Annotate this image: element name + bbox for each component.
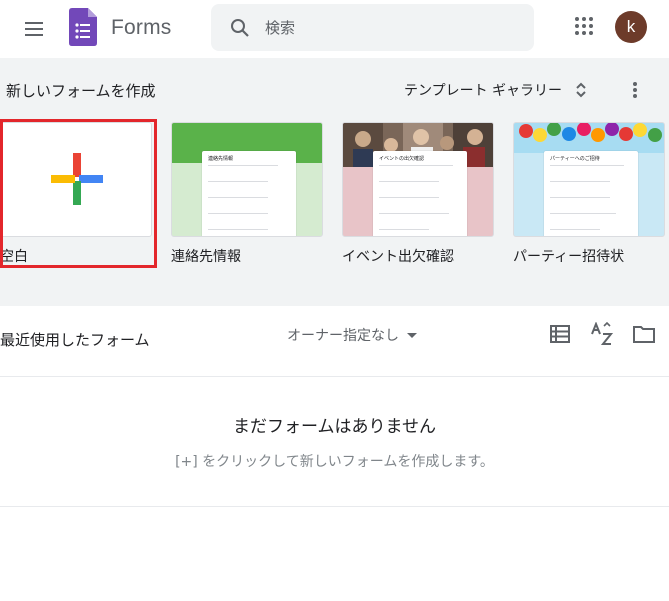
recent-forms-header: 最近使用したフォーム オーナー指定なし bbox=[0, 306, 669, 376]
top-app-bar: Forms k bbox=[0, 0, 669, 58]
account-avatar[interactable]: k bbox=[615, 11, 647, 43]
divider bbox=[0, 506, 669, 507]
dropdown-arrow-icon bbox=[407, 332, 417, 338]
menu-icon-bar bbox=[25, 34, 43, 36]
more-vert-icon bbox=[633, 82, 637, 86]
preview-line bbox=[550, 213, 616, 214]
preview-title: パーティーへのご招待 bbox=[550, 156, 600, 162]
preview-line bbox=[208, 197, 268, 198]
owner-filter-label: オーナー指定なし bbox=[287, 328, 399, 344]
google-apps-icon[interactable] bbox=[572, 14, 596, 38]
template-contact-info[interactable]: 連絡先情報 連絡先情報 bbox=[171, 122, 323, 266]
menu-icon-bar bbox=[25, 22, 43, 24]
template-thumbnail[interactable]: イベントの出欠確認 bbox=[342, 122, 494, 237]
preview-line bbox=[379, 213, 449, 214]
more-vert-icon bbox=[633, 88, 637, 92]
preview-title: イベントの出欠確認 bbox=[379, 156, 425, 162]
search-input[interactable] bbox=[265, 4, 525, 51]
preview-line bbox=[379, 229, 429, 230]
form-preview: 連絡先情報 bbox=[202, 151, 296, 236]
empty-state-title: まだフォームはありません bbox=[233, 417, 436, 437]
list-view-icon[interactable] bbox=[550, 324, 570, 344]
preview-line bbox=[550, 165, 624, 166]
preview-line bbox=[550, 181, 610, 182]
preview-line bbox=[379, 181, 439, 182]
sort-az-icon[interactable] bbox=[590, 322, 614, 346]
main-menu-button[interactable] bbox=[20, 14, 50, 44]
template-label: 連絡先情報 bbox=[171, 249, 241, 265]
owner-filter-dropdown[interactable]: オーナー指定なし bbox=[287, 325, 417, 345]
form-preview: イベントの出欠確認 bbox=[373, 151, 467, 236]
more-options-button[interactable] bbox=[624, 76, 644, 104]
forms-logo-icon[interactable] bbox=[69, 8, 97, 46]
preview-line bbox=[208, 181, 268, 182]
menu-icon-bar bbox=[25, 28, 43, 30]
template-gallery-label: テンプレート ギャラリー bbox=[404, 83, 563, 99]
preview-title: 連絡先情報 bbox=[208, 156, 234, 162]
template-thumbnail[interactable]: 連絡先情報 bbox=[171, 122, 323, 237]
more-vert-icon bbox=[633, 94, 637, 98]
template-party-invite[interactable]: パーティーへのご招待 パーティー招待状 bbox=[513, 122, 665, 266]
search-box[interactable] bbox=[211, 4, 534, 51]
template-gallery-button[interactable]: テンプレート ギャラリー bbox=[404, 76, 588, 104]
preview-line bbox=[379, 165, 453, 166]
preview-line bbox=[208, 229, 268, 230]
template-event-rsvp[interactable]: イベントの出欠確認 イベント出欠確認 bbox=[342, 122, 494, 266]
search-icon[interactable] bbox=[228, 16, 252, 40]
preview-line bbox=[208, 213, 268, 214]
template-label: イベント出欠確認 bbox=[342, 249, 454, 265]
preview-line bbox=[208, 165, 278, 166]
form-preview: パーティーへのご招待 bbox=[544, 151, 638, 236]
new-form-section: 新しいフォームを作成 テンプレート ギャラリー 空白 連絡先情報 連絡先情報 イ… bbox=[0, 58, 669, 306]
unfold-icon bbox=[576, 82, 586, 98]
app-title[interactable]: Forms bbox=[111, 16, 172, 40]
recent-forms-heading: 最近使用したフォーム bbox=[0, 331, 150, 349]
new-form-heading: 新しいフォームを作成 bbox=[6, 82, 156, 100]
folder-icon[interactable] bbox=[633, 325, 655, 343]
divider bbox=[0, 376, 669, 377]
template-thumbnail[interactable]: パーティーへのご招待 bbox=[513, 122, 665, 237]
balloons-banner bbox=[514, 123, 664, 153]
template-label: パーティー招待状 bbox=[513, 249, 625, 265]
preview-line bbox=[550, 229, 600, 230]
preview-line bbox=[550, 197, 610, 198]
empty-state-hint: [+] をクリックして新しいフォームを作成します。 bbox=[175, 454, 494, 470]
preview-line bbox=[379, 197, 439, 198]
selection-highlight bbox=[0, 119, 157, 268]
